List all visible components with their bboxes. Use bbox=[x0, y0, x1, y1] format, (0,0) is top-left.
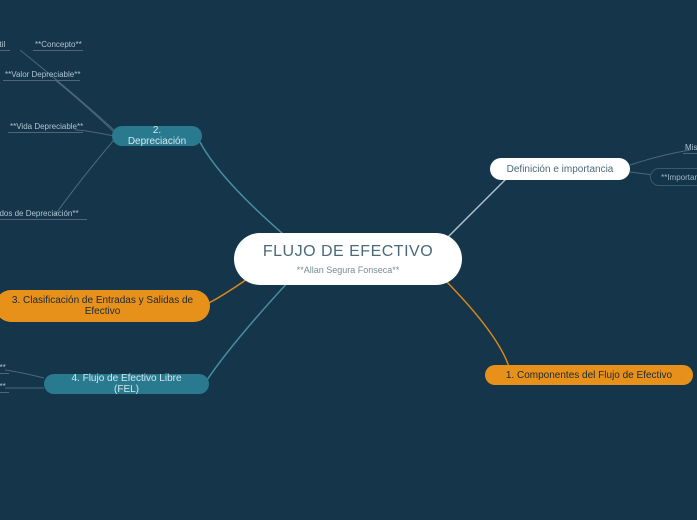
leaf-metodos-line bbox=[0, 219, 87, 220]
node-clasificacion-label: 3. Clasificación de Entradas y Salidas d… bbox=[9, 295, 196, 317]
node-fel-label: 4. Flujo de Efectivo Libre (FEL) bbox=[58, 373, 195, 395]
leaf-fel-n: n** bbox=[0, 363, 6, 372]
node-importancia[interactable]: **Importan bbox=[650, 168, 697, 186]
leaf-concepto: **Concepto** bbox=[35, 40, 82, 49]
node-depreciacion[interactable]: 2. Depreciación bbox=[112, 126, 202, 146]
leaf-valor-line bbox=[3, 80, 80, 81]
node-componentes-label: 1. Componentes del Flujo de Efectivo bbox=[506, 370, 672, 381]
leaf-mis: Mis bbox=[685, 143, 697, 152]
leaf-fel-n-line bbox=[0, 373, 9, 374]
node-depreciacion-label: 2. Depreciación bbox=[126, 125, 188, 147]
leaf-vida-depreciable: **Vida Depreciable** bbox=[10, 122, 83, 131]
center-title: FLUJO DE EFECTIVO bbox=[263, 243, 433, 261]
node-definicion-label: Definición e importancia bbox=[507, 164, 614, 175]
center-node[interactable]: FLUJO DE EFECTIVO **Allan Segura Fonseca… bbox=[234, 233, 462, 285]
node-componentes[interactable]: 1. Componentes del Flujo de Efectivo bbox=[485, 365, 693, 385]
leaf-mis-line bbox=[683, 153, 697, 154]
center-subtitle: **Allan Segura Fonseca** bbox=[297, 265, 400, 275]
leaf-util-line bbox=[0, 50, 10, 51]
leaf-util: útil bbox=[0, 40, 5, 49]
node-importancia-label: **Importan bbox=[661, 173, 697, 182]
leaf-concepto-line bbox=[33, 50, 83, 51]
node-fel[interactable]: 4. Flujo de Efectivo Libre (FEL) bbox=[44, 374, 209, 394]
leaf-metodos: odos de Depreciación** bbox=[0, 209, 79, 218]
node-definicion[interactable]: Definición e importancia bbox=[490, 158, 630, 180]
node-clasificacion[interactable]: 3. Clasificación de Entradas y Salidas d… bbox=[0, 290, 210, 322]
leaf-vida-line bbox=[8, 132, 83, 133]
leaf-fel-a-line bbox=[0, 392, 9, 393]
leaf-fel-a: a** bbox=[0, 382, 6, 391]
leaf-valor-depreciable: **Valor Depreciable** bbox=[5, 70, 80, 79]
